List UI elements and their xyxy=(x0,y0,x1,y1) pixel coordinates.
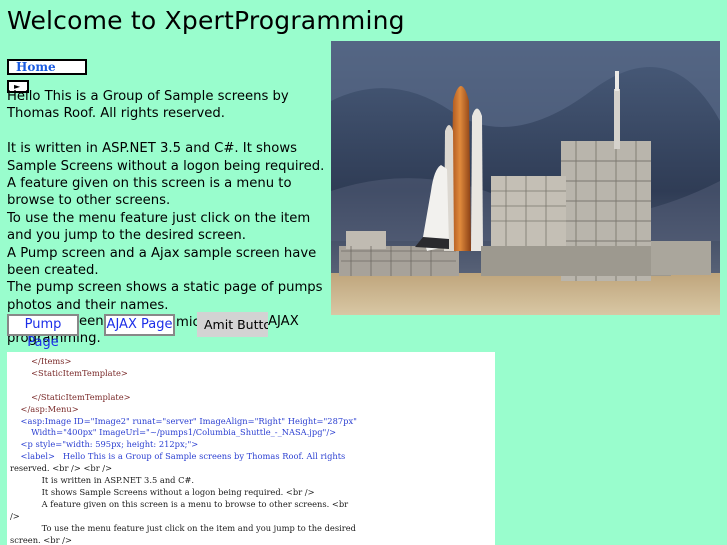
code-line: <asp:Image ID="Image2" runat="server" Im… xyxy=(20,415,357,426)
pump-page-button[interactable]: Pump Page xyxy=(7,314,79,350)
code-line: To use the menu feature just click on th… xyxy=(41,522,356,533)
code-line: /> xyxy=(10,510,20,521)
page-title: Welcome to XpertProgramming xyxy=(7,6,405,35)
amit-button[interactable]: Amit Button xyxy=(197,312,268,337)
intro-line: It is written in ASP.NET 3.5 and C#. It … xyxy=(7,141,325,174)
intro-line: A feature given on this screen is a menu… xyxy=(7,176,292,209)
code-line: </asp:Menu> xyxy=(20,403,79,414)
code-line: Width="400px" ImageUrl="~/pumps1/Columbi… xyxy=(31,427,337,438)
ajax-page-button[interactable]: AJAX Page xyxy=(104,314,175,336)
code-line: reserved. <br /> <br /> xyxy=(10,463,113,474)
code-line: </Items> xyxy=(31,356,72,366)
code-line: A feature given on this screen is a menu… xyxy=(41,498,349,509)
code-line: </StaticItemTemplate> xyxy=(31,391,131,402)
code-line: screen. <br /> xyxy=(10,534,72,545)
intro-text: Hello This is a Group of Sample screens … xyxy=(7,88,332,314)
code-line: It shows Sample Screens without a logon … xyxy=(41,486,315,497)
code-line: <StaticItemTemplate> xyxy=(31,367,128,378)
code-snippet-image: </Items> <StaticItemTemplate> </StaticIt… xyxy=(7,352,495,545)
intro-line: The pump screen shows a static page of p… xyxy=(7,280,323,313)
code-snippet-text: </Items> <StaticItemTemplate> </StaticIt… xyxy=(7,352,495,545)
text-fragment: een xyxy=(79,314,104,329)
code-line: <label> Hello This is a Group of Sample … xyxy=(20,451,346,462)
intro-line: To use the menu feature just click on th… xyxy=(7,210,311,244)
text-fragment: AJAX xyxy=(268,314,299,329)
code-line: It is written in ASP.NET 3.5 and C#. xyxy=(41,475,195,486)
code-line: <p style="width: 595px; height: 212px;"> xyxy=(20,439,199,450)
shuttle-launch-photo xyxy=(331,41,720,315)
intro-paragraph: Hello This is a Group of Sample screens … xyxy=(7,89,289,122)
intro-line: A Pump screen and a Ajax sample screen h… xyxy=(7,245,317,279)
menu-home-item[interactable]: Home xyxy=(7,59,87,75)
